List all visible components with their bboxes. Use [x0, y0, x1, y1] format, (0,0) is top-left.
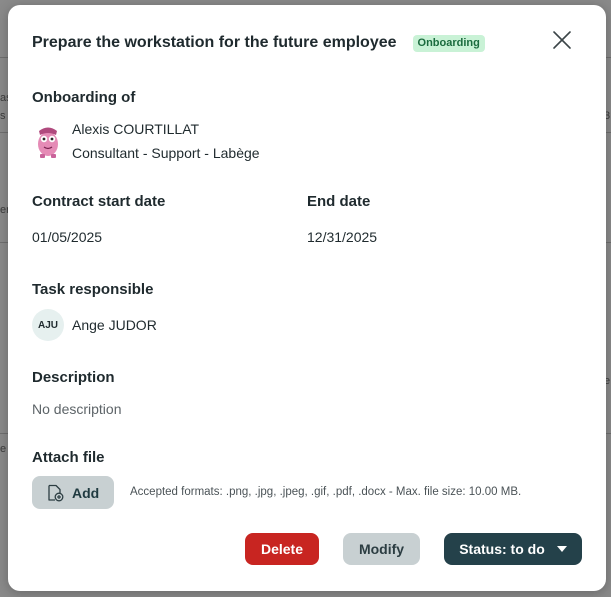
contract-start-title: Contract start date [32, 193, 166, 210]
chevron-down-icon [556, 546, 567, 552]
onboarding-section-title: Onboarding of [32, 89, 136, 106]
modal-header: Prepare the workstation for the future e… [32, 31, 582, 55]
responsible-name: Ange JUDOR [72, 317, 157, 333]
add-file-button[interactable]: Add [32, 476, 114, 509]
modal-title: Prepare the workstation for the future e… [32, 34, 397, 51]
responsible-section-title: Task responsible [32, 281, 154, 298]
attach-section-title: Attach file [32, 449, 105, 466]
employee-role: Consultant - Support - Labège [72, 145, 260, 161]
status-dropdown-button[interactable]: Status: to do [444, 533, 582, 565]
delete-button[interactable]: Delete [245, 533, 319, 565]
modify-button[interactable]: Modify [343, 533, 420, 565]
end-date-title: End date [307, 193, 371, 210]
accepted-formats-text: Accepted formats: .png, .jpg, .jpeg, .gi… [130, 486, 522, 498]
contract-start-value: 01/05/2025 [32, 229, 103, 245]
status-label: Status: to do [459, 541, 545, 557]
employee-name: Alexis COURTILLAT [72, 121, 200, 137]
responsible-avatar: AJU [32, 309, 64, 341]
onboarding-badge: Onboarding [412, 34, 485, 52]
add-file-label: Add [72, 484, 100, 501]
close-button[interactable] [550, 28, 574, 52]
background-text: s [0, 110, 6, 122]
end-date-value: 12/31/2025 [307, 229, 378, 245]
background-text: e [0, 443, 7, 455]
employee-avatar [38, 127, 58, 158]
description-value: No description [32, 401, 122, 417]
task-modal: Prepare the workstation for the future e… [8, 5, 606, 591]
file-add-icon [48, 484, 64, 501]
close-icon [553, 31, 571, 49]
description-section-title: Description [32, 369, 115, 386]
